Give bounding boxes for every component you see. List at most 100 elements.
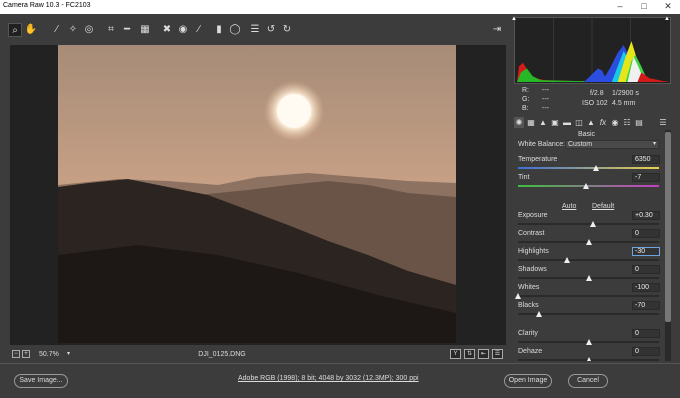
iso-value: ISO 102 bbox=[582, 100, 608, 107]
auto-link[interactable]: Auto bbox=[562, 203, 576, 210]
temperature-slider-thumb[interactable] bbox=[593, 165, 599, 171]
panel-menu-icon[interactable]: ☰ bbox=[658, 117, 668, 128]
cancel-button[interactable]: Cancel bbox=[568, 374, 608, 388]
dehaze-value-field[interactable]: 0 bbox=[632, 347, 660, 356]
rotate-right-icon[interactable]: ↻ bbox=[280, 23, 294, 37]
exposure-slider-track[interactable] bbox=[518, 223, 659, 225]
radial-filter-icon[interactable]: ◯ bbox=[228, 23, 242, 37]
file-name: DJI_0125.DNG bbox=[198, 351, 246, 358]
focal-value: 4.5 mm bbox=[612, 100, 636, 107]
basic-panel: Basic White Balance: Custom ▾ Auto Defau… bbox=[514, 130, 665, 361]
window-titlebar: Camera Raw 10.3 - FC2103 – □ ✕ bbox=[0, 0, 680, 14]
panel-title: Basic bbox=[577, 131, 596, 138]
preview-settings-icon[interactable]: ☰ bbox=[492, 349, 503, 359]
blacks-label: Blacks bbox=[518, 302, 539, 309]
white-balance-value: Custom bbox=[568, 141, 593, 148]
close-icon[interactable]: ✕ bbox=[656, 1, 680, 12]
panel-scrollbar[interactable] bbox=[665, 130, 671, 361]
hand-icon[interactable]: ✋ bbox=[24, 23, 38, 37]
open-image-button[interactable]: Open Image bbox=[504, 374, 552, 388]
g-value: --- bbox=[542, 96, 549, 103]
presets-tab-icon[interactable]: ☷ bbox=[622, 117, 632, 128]
tone-curve-tab-icon[interactable]: ▦ bbox=[526, 117, 536, 128]
transform-icon[interactable]: ▦ bbox=[138, 23, 152, 37]
clarity-slider-thumb[interactable] bbox=[586, 339, 592, 345]
eye-icon[interactable]: ◉ bbox=[176, 23, 190, 37]
histogram bbox=[514, 17, 671, 84]
whites-label: Whites bbox=[518, 284, 540, 291]
highlights-slider-thumb[interactable] bbox=[564, 257, 570, 263]
toolbar: ⌕ ✋ ⁄ ✧ ◎ ⌗ ━ ▦ ✖ ◉ ∕ ▮ ◯ ☰ ↺ ↻ ⇥ bbox=[0, 14, 512, 46]
shadow-clipping-icon[interactable]: ▲ bbox=[511, 16, 518, 23]
exposure-label: Exposure bbox=[518, 212, 548, 219]
minimize-icon[interactable]: – bbox=[608, 1, 632, 11]
contrast-slider-thumb[interactable] bbox=[586, 239, 592, 245]
b-value: --- bbox=[542, 105, 549, 112]
list-icon[interactable]: ☰ bbox=[248, 23, 262, 37]
panel-tabs: ✺ ▦ ▲ ▣ ▬ ◫ ▲ fx ◉ ☷ ▤ ☰ bbox=[514, 116, 671, 129]
graduated-filter-icon[interactable]: ▮ bbox=[212, 23, 226, 37]
shadows-value-field[interactable]: 0 bbox=[632, 265, 660, 274]
basic-tab-icon[interactable]: ✺ bbox=[514, 117, 524, 128]
shutter-value: 1/2900 s bbox=[612, 90, 639, 97]
highlights-value-field[interactable]: -30 bbox=[632, 247, 660, 256]
r-label: R: bbox=[522, 87, 529, 94]
exposure-slider-thumb[interactable] bbox=[590, 221, 596, 227]
highlights-label: Highlights bbox=[518, 248, 549, 255]
lens-tab-icon[interactable]: ◫ bbox=[574, 117, 584, 128]
crop-icon[interactable]: ⌗ bbox=[104, 23, 118, 37]
blacks-slider-thumb[interactable] bbox=[536, 311, 542, 317]
export-icon[interactable]: ⇥ bbox=[490, 23, 504, 37]
contrast-value-field[interactable]: 0 bbox=[632, 229, 660, 238]
compare-icon[interactable]: ⇅ bbox=[464, 349, 475, 359]
sampler-icon[interactable]: ✧ bbox=[66, 23, 80, 37]
bottom-bar: Save Image... Adobe RGB (1998); 8 bit; 4… bbox=[0, 363, 680, 398]
r-value: --- bbox=[542, 87, 549, 94]
save-image-button[interactable]: Save Image... bbox=[14, 374, 68, 388]
split-toning-tab-icon[interactable]: ▬ bbox=[562, 117, 572, 128]
spot-removal-icon[interactable]: ✖ bbox=[160, 23, 174, 37]
magnifier-icon[interactable]: ⌕ bbox=[8, 23, 22, 37]
temperature-value-field[interactable]: 6350 bbox=[632, 155, 660, 164]
detail-tab-icon[interactable]: ▲ bbox=[538, 117, 548, 128]
hsl-tab-icon[interactable]: ▣ bbox=[550, 117, 560, 128]
dehaze-slider-thumb[interactable] bbox=[586, 357, 592, 361]
preview-y-icon[interactable]: Y bbox=[450, 349, 461, 359]
highlights-slider-track[interactable] bbox=[518, 259, 659, 261]
calibration-tab-icon[interactable]: ◉ bbox=[610, 117, 620, 128]
straighten-icon[interactable]: ━ bbox=[120, 23, 134, 37]
highlight-clipping-icon[interactable]: ▲ bbox=[664, 16, 671, 23]
whites-slider-track[interactable] bbox=[518, 295, 659, 297]
whites-slider-thumb[interactable] bbox=[515, 293, 521, 299]
tint-slider-thumb[interactable] bbox=[583, 183, 589, 189]
whites-value-field[interactable]: -100 bbox=[632, 283, 660, 292]
window-title: Camera Raw 10.3 - FC2103 bbox=[3, 2, 91, 9]
swap-icon[interactable]: ⇤ bbox=[478, 349, 489, 359]
exposure-value-field[interactable]: +0.30 bbox=[632, 211, 660, 220]
target-icon[interactable]: ◎ bbox=[82, 23, 96, 37]
photo-preview bbox=[58, 45, 456, 343]
snapshots-tab-icon[interactable]: ▤ bbox=[634, 117, 644, 128]
rotate-left-icon[interactable]: ↺ bbox=[264, 23, 278, 37]
image-canvas[interactable] bbox=[10, 45, 506, 345]
chevron-down-icon: ▾ bbox=[652, 141, 656, 147]
default-link[interactable]: Default bbox=[592, 203, 614, 210]
clarity-value-field[interactable]: 0 bbox=[632, 329, 660, 338]
tint-value-field[interactable]: -7 bbox=[632, 173, 660, 182]
blacks-value-field[interactable]: -70 bbox=[632, 301, 660, 310]
clarity-label: Clarity bbox=[518, 330, 538, 337]
g-label: G: bbox=[522, 96, 530, 103]
scrollbar-thumb[interactable] bbox=[665, 132, 671, 322]
white-balance-select[interactable]: Custom ▾ bbox=[565, 140, 659, 149]
status-bar: − + 50.7% ▾ DJI_0125.DNG Y ⇅ ⇤ ☰ bbox=[10, 347, 506, 361]
workflow-options-link[interactable]: Adobe RGB (1998); 8 bit; 4048 by 3032 (1… bbox=[238, 375, 419, 382]
b-label: B: bbox=[522, 105, 529, 112]
transform-tab-icon[interactable]: ▲ bbox=[586, 117, 596, 128]
shadows-slider-thumb[interactable] bbox=[586, 275, 592, 281]
eyedropper-icon[interactable]: ⁄ bbox=[50, 23, 64, 37]
temperature-label: Temperature bbox=[518, 156, 558, 163]
maximize-icon[interactable]: □ bbox=[632, 1, 656, 11]
brush-icon[interactable]: ∕ bbox=[192, 23, 206, 37]
temperature-slider-track[interactable] bbox=[518, 167, 659, 169]
effects-tab-icon[interactable]: fx bbox=[598, 117, 608, 128]
